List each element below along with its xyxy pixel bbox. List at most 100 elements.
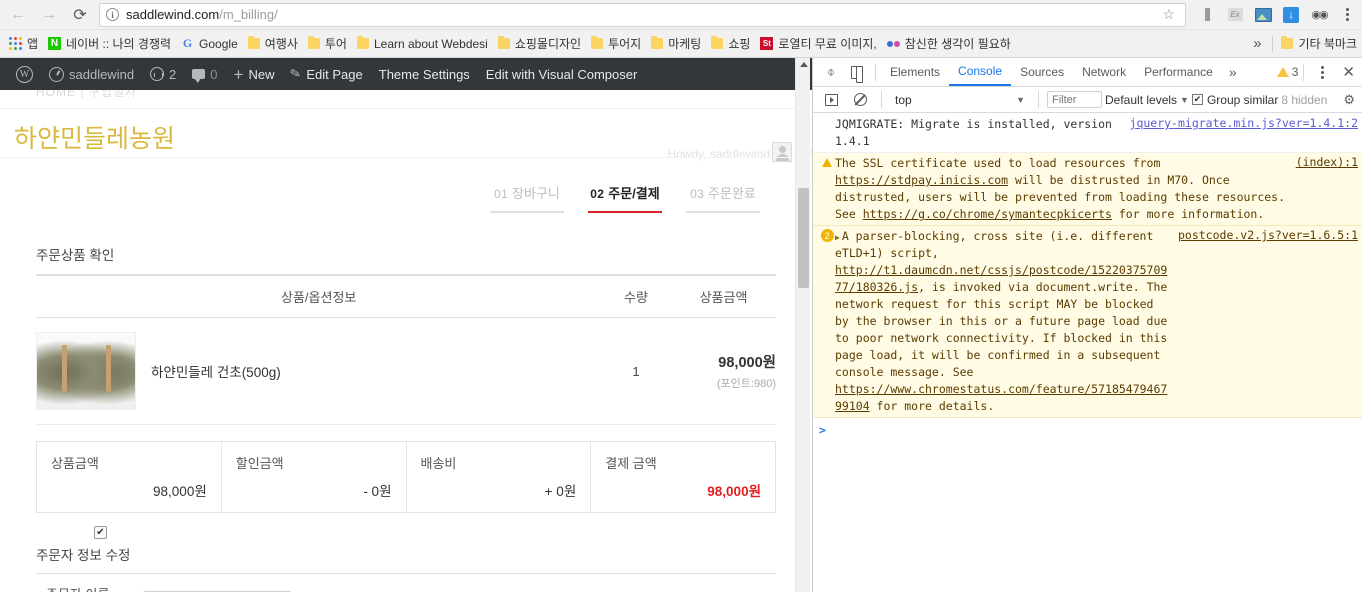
group-similar-toggle[interactable]: ✔ Group similar (1191, 93, 1278, 107)
tripadvisor-extension-icon[interactable]: ◉◉ (1306, 3, 1332, 27)
bookmark-item[interactable]: 투어지 (586, 33, 646, 55)
wordpress-logo-menu[interactable]: W (8, 58, 41, 90)
visual-composer-label: Edit with Visual Composer (485, 66, 638, 82)
apps-grid-icon (9, 37, 22, 50)
orderer-edit-checkbox[interactable]: ✔ (94, 526, 107, 539)
group-similar-checkbox[interactable]: ✔ (1191, 94, 1203, 105)
sidebar-extension-icon[interactable] (1194, 3, 1220, 27)
price-summary: 상품금액 98,000원 할인금액 - 0원 배송비 + 0원 결제 금액 98… (36, 441, 776, 513)
more-tabs-icon[interactable]: » (1222, 64, 1244, 80)
theme-settings-link[interactable]: Theme Settings (371, 58, 478, 90)
col-thumb (36, 274, 151, 318)
updates-menu[interactable]: 2 (142, 58, 184, 90)
download-extension-icon[interactable]: ↓ (1278, 3, 1304, 27)
bookmark-item[interactable]: 참신한 생각이 필요하 (882, 33, 1016, 55)
bookmark-item[interactable]: 여행사 (243, 33, 303, 55)
bookmarks-bar: 앱 N 네이버 :: 나의 경쟁력 G Google 여행사 투어 Learn … (0, 30, 1362, 58)
scrollbar-thumb[interactable] (798, 188, 809, 288)
reload-icon[interactable]: ⟳ (67, 2, 93, 28)
msg-link[interactable]: https://g.co/chrome/symantecpkicerts (863, 207, 1112, 221)
bookmark-item[interactable]: Learn about Webdesi (352, 33, 493, 55)
summary-value: - 0원 (363, 484, 392, 499)
repeat-count-badge: 2 (820, 229, 834, 243)
wordpress-admin-bar: W saddlewind 2 0 + New ✎ Edit Page Theme… (0, 58, 812, 90)
bookmark-item[interactable]: 쇼핑몰디자인 (493, 33, 586, 55)
tab-network[interactable]: Network (1073, 58, 1135, 86)
inspect-cursor-icon[interactable]: ⌽ (818, 59, 844, 85)
message-source-link[interactable]: jquery-migrate.min.js?ver=1.4.1:2 (1130, 116, 1358, 130)
edit-page-link[interactable]: ✎ Edit Page (282, 58, 370, 90)
bookmark-label: 네이버 :: 나의 경쟁력 (66, 37, 172, 51)
bookmark-item[interactable]: 마케팅 (646, 33, 706, 55)
step-label: 장바구니 (512, 186, 560, 201)
ex-extension-icon[interactable]: Ex (1222, 3, 1248, 27)
folder-icon (711, 36, 724, 49)
divider (1272, 35, 1274, 52)
order-section-title: 주문상품 확인 (36, 248, 115, 263)
comments-menu[interactable]: 0 (184, 58, 225, 90)
message-source[interactable]: jquery-migrate.min.js?ver=1.4.1:2 (1124, 116, 1358, 150)
log-levels-dropdown[interactable]: Default levels ▼ (1105, 93, 1189, 107)
bookmark-item[interactable]: G Google (176, 33, 243, 55)
summary-total-value: 98,000원 (707, 484, 761, 499)
order-table: 상품/옵션정보 수량 상품금액 하얀민들레 건초(500g) 1 98,000원 (36, 274, 776, 425)
col-amount: 상품금액 (671, 274, 776, 318)
expand-triangle-icon[interactable]: ▶ (835, 233, 840, 242)
device-toolbar-icon[interactable] (844, 59, 870, 85)
site-name-menu[interactable]: saddlewind (41, 58, 142, 90)
tab-elements[interactable]: Elements (881, 58, 949, 86)
download-arrow-glyph: ↓ (1283, 6, 1299, 23)
chrome-menu-icon[interactable] (1334, 3, 1360, 27)
bookmark-item[interactable]: 쇼핑 (706, 33, 755, 55)
product-thumbnail[interactable] (36, 332, 136, 410)
bookmark-label: Google (199, 36, 238, 51)
other-bookmarks-folder[interactable]: 기타 북마크 (1276, 33, 1362, 55)
step-underline (490, 211, 564, 213)
scroll-up-arrow-icon[interactable] (800, 62, 808, 67)
divider (875, 63, 876, 81)
more-options-icon[interactable] (1309, 59, 1335, 85)
tab-performance[interactable]: Performance (1135, 58, 1222, 86)
clear-console-icon[interactable] (847, 87, 873, 113)
step-cart[interactable]: 01 장바구니 (490, 183, 564, 220)
site-info-icon[interactable]: i (106, 8, 119, 21)
step-order-complete[interactable]: 03 주문완료 (686, 183, 760, 220)
new-content-menu[interactable]: + New (226, 58, 283, 90)
settings-gear-icon[interactable]: ⚙ (1343, 92, 1357, 108)
message-source[interactable]: (index):1 (1290, 155, 1358, 223)
photos-extension-icon[interactable] (1250, 3, 1276, 27)
message-source-link[interactable]: postcode.v2.js?ver=1.6.5:1 (1178, 228, 1358, 242)
forward-arrow-icon[interactable]: → (36, 2, 62, 28)
divider (1303, 63, 1305, 81)
address-bar[interactable]: i saddlewind.com/m_billing/ ☆ (99, 2, 1186, 27)
close-icon[interactable]: ✕ (1335, 63, 1362, 81)
table-row: 하얀민들레 건초(500g) 1 98,000원 (포인트:980) (36, 317, 776, 425)
tab-sources[interactable]: Sources (1011, 58, 1073, 86)
console-prompt[interactable]: > (813, 418, 1362, 442)
product-amount: 98,000원 (718, 355, 776, 371)
bookmark-item[interactable]: St 로열티 무료 이미지, (755, 33, 881, 55)
execute-sidebar-icon[interactable] (818, 87, 844, 113)
back-arrow-icon[interactable]: ← (5, 2, 31, 28)
folder-icon (591, 36, 604, 49)
apps-label: 앱 (27, 37, 39, 51)
message-source-link[interactable]: (index):1 (1296, 155, 1358, 169)
bookmarks-overflow-icon[interactable]: » (1245, 35, 1269, 52)
bookmark-item[interactable]: N 네이버 :: 나의 경쟁력 (43, 33, 176, 55)
message-source[interactable]: postcode.v2.js?ver=1.6.5:1 (1172, 228, 1358, 415)
form-row-name: 주문자 이름 (*) (36, 573, 776, 592)
warning-count[interactable]: 3 (1276, 65, 1298, 79)
visual-composer-link[interactable]: Edit with Visual Composer (478, 58, 646, 90)
google-icon: G (182, 36, 193, 50)
avatar[interactable] (772, 142, 792, 162)
bookmark-star-icon[interactable]: ☆ (1162, 6, 1175, 23)
other-bookmarks-label: 기타 북마크 (1298, 37, 1357, 51)
bookmark-item[interactable]: 투어 (303, 33, 352, 55)
console-filter-input[interactable] (1047, 91, 1102, 108)
tab-console[interactable]: Console (949, 58, 1012, 86)
apps-shortcut[interactable]: 앱 (4, 33, 43, 55)
msg-link[interactable]: https://stdpay.inicis.com (835, 173, 1008, 187)
page-scrollbar[interactable] (795, 58, 810, 592)
context-selector[interactable]: top ▼ (890, 93, 1030, 107)
step-order-payment[interactable]: 02 주문/결제 (588, 183, 662, 220)
